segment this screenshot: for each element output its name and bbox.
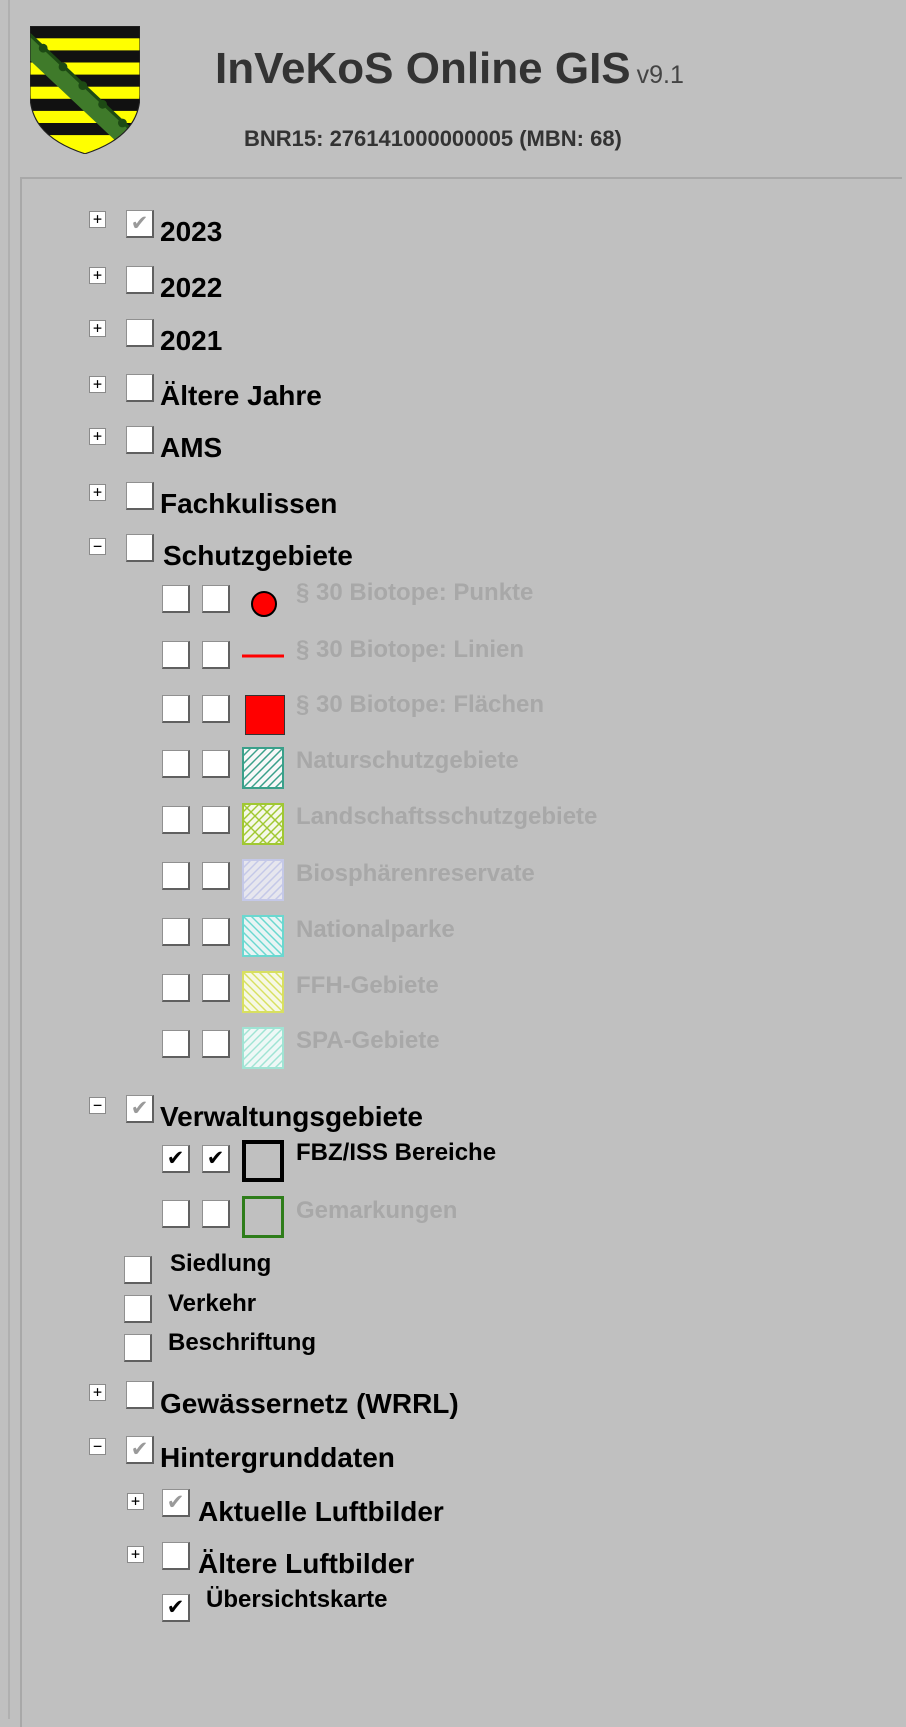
layer-label-verwaltungsgebiete: Verwaltungsgebiete [160, 1101, 423, 1132]
checkbox-2021[interactable] [126, 319, 154, 347]
expand-2021-button[interactable]: + [89, 320, 106, 337]
layer-label-verkehr: Verkehr [168, 1290, 257, 1317]
layer-label-hintergrunddaten: Hintergrunddaten [160, 1442, 395, 1473]
saxony-coat-of-arms-logo [30, 26, 140, 154]
query-checkbox-ffh-gebiete[interactable] [202, 974, 230, 1002]
layer-label-gewaessernetz: Gewässernetz (WRRL) [160, 1388, 459, 1419]
visible-checkbox-spa-gebiete[interactable] [162, 1030, 190, 1058]
checkbox-hintergrunddaten[interactable]: ✔ [126, 1436, 154, 1464]
checkbox-older-years[interactable] [126, 374, 154, 402]
checkbox-beschriftung[interactable] [124, 1334, 152, 1362]
layer-label-aktuelle-luftbilder: Aktuelle Luftbilder [198, 1496, 444, 1527]
bnr-info: BNR15: 276141000000005 (MBN: 68) [244, 126, 622, 151]
layer-label-fachkulissen: Fachkulissen [160, 488, 338, 519]
app-version: v9.1 [636, 61, 684, 89]
expand-aktuelle-luftbilder-button[interactable]: + [127, 1493, 144, 1510]
black-outline-square-icon [242, 1140, 284, 1182]
visible-checkbox-biotope-linien[interactable] [162, 641, 190, 669]
sublayer-label-biotope-linien: § 30 Biotope: Linien [296, 636, 525, 663]
layer-label-uebersichtskarte: Übersichtskarte [206, 1586, 388, 1613]
app-title: InVeKoS Online GIS v9.1 [215, 44, 684, 94]
checkbox-schutzgebiete[interactable] [126, 534, 154, 562]
app-header: InVeKoS Online GIS v9.1 BNR15: 2761410000… [0, 0, 906, 175]
checkbox-aktuelle-luftbilder[interactable]: ✔ [162, 1489, 190, 1517]
hatch-lavender-icon [242, 859, 284, 901]
query-checkbox-spa-gebiete[interactable] [202, 1030, 230, 1058]
expand-2023-button[interactable]: + [89, 211, 106, 228]
checkbox-ams[interactable] [126, 426, 154, 454]
hatch-yellowgreen-icon [242, 803, 284, 845]
visible-checkbox-gemarkungen[interactable] [162, 1200, 190, 1228]
layer-label-aeltere-luftbilder: Ältere Luftbilder [198, 1548, 415, 1579]
checkbox-verkehr[interactable] [124, 1295, 152, 1323]
sublayer-label-naturschutzgebiete: Naturschutzgebiete [296, 747, 519, 774]
hatch-yellow-icon [242, 971, 284, 1013]
checkbox-uebersichtskarte[interactable]: ✔ [162, 1594, 190, 1622]
expand-fachkulissen-button[interactable]: + [89, 484, 106, 501]
checkbox-aeltere-luftbilder[interactable] [162, 1542, 190, 1570]
checkbox-gewaessernetz[interactable] [126, 1381, 154, 1409]
checkbox-verwaltungsgebiete[interactable]: ✔ [126, 1095, 154, 1123]
query-checkbox-biotope-linien[interactable] [202, 641, 230, 669]
red-line-icon [242, 654, 284, 658]
sublayer-label-nationalparke: Nationalparke [296, 916, 455, 943]
collapse-hintergrunddaten-button[interactable]: − [89, 1438, 106, 1455]
sublayer-label-landschaftsschutzgebiete: Landschaftsschutzgebiete [296, 803, 598, 830]
layer-label-2023: 2023 [160, 216, 223, 247]
expand-aeltere-luftbilder-button[interactable]: + [127, 1546, 144, 1563]
query-checkbox-biotope-punkte[interactable] [202, 585, 230, 613]
visible-checkbox-naturschutzgebiete[interactable] [162, 750, 190, 778]
hatch-mint-icon [242, 1027, 284, 1069]
sublayer-label-fbz-iss: FBZ/ISS Bereiche [296, 1139, 497, 1166]
left-border [8, 0, 10, 1719]
red-square-icon [245, 695, 285, 735]
layer-label-2021: 2021 [160, 325, 223, 356]
collapse-schutzgebiete-button[interactable]: − [89, 538, 106, 555]
expand-2022-button[interactable]: + [89, 267, 106, 284]
red-dot-icon [251, 591, 277, 617]
sublayer-label-biosphaerenreservate: Biosphärenreservate [296, 860, 535, 887]
checkbox-siedlung[interactable] [124, 1256, 152, 1284]
query-checkbox-biosphaerenreservate[interactable] [202, 862, 230, 890]
query-checkbox-landschaftsschutzgebiete[interactable] [202, 806, 230, 834]
collapse-verwaltungsgebiete-button[interactable]: − [89, 1097, 106, 1114]
query-checkbox-gemarkungen[interactable] [202, 1200, 230, 1228]
query-checkbox-naturschutzgebiete[interactable] [202, 750, 230, 778]
query-checkbox-fbz-iss[interactable]: ✔ [202, 1145, 230, 1173]
visible-checkbox-biotope-flaechen[interactable] [162, 695, 190, 723]
hatch-teal-icon [242, 747, 284, 789]
layer-tree-panel [20, 177, 902, 1727]
query-checkbox-nationalparke[interactable] [202, 918, 230, 946]
checkbox-2023[interactable]: ✔ [126, 210, 154, 238]
visible-checkbox-biosphaerenreservate[interactable] [162, 862, 190, 890]
layer-label-older-years: Ältere Jahre [160, 380, 322, 411]
checkbox-2022[interactable] [126, 266, 154, 294]
expand-ams-button[interactable]: + [89, 428, 106, 445]
app-title-text: InVeKoS Online GIS [215, 44, 631, 93]
layer-label-schutzgebiete: Schutzgebiete [163, 540, 353, 571]
query-checkbox-biotope-flaechen[interactable] [202, 695, 230, 723]
sublayer-label-ffh-gebiete: FFH-Gebiete [296, 972, 439, 999]
checkbox-fachkulissen[interactable] [126, 482, 154, 510]
sublayer-label-gemarkungen: Gemarkungen [296, 1197, 458, 1224]
sublayer-label-spa-gebiete: SPA-Gebiete [296, 1027, 440, 1054]
visible-checkbox-biotope-punkte[interactable] [162, 585, 190, 613]
visible-checkbox-landschaftsschutzgebiete[interactable] [162, 806, 190, 834]
expand-gewaessernetz-button[interactable]: + [89, 1384, 106, 1401]
layer-label-2022: 2022 [160, 272, 223, 303]
layer-label-ams: AMS [160, 432, 223, 463]
layer-label-siedlung: Siedlung [170, 1250, 272, 1277]
visible-checkbox-fbz-iss[interactable]: ✔ [162, 1145, 190, 1173]
layer-label-beschriftung: Beschriftung [168, 1329, 317, 1356]
green-outline-square-icon [242, 1196, 284, 1238]
expand-older-years-button[interactable]: + [89, 376, 106, 393]
sublayer-label-biotope-punkte: § 30 Biotope: Punkte [296, 579, 534, 606]
visible-checkbox-nationalparke[interactable] [162, 918, 190, 946]
visible-checkbox-ffh-gebiete[interactable] [162, 974, 190, 1002]
sublayer-label-biotope-flaechen: § 30 Biotope: Flächen [296, 691, 545, 718]
hatch-cyan-icon [242, 915, 284, 957]
